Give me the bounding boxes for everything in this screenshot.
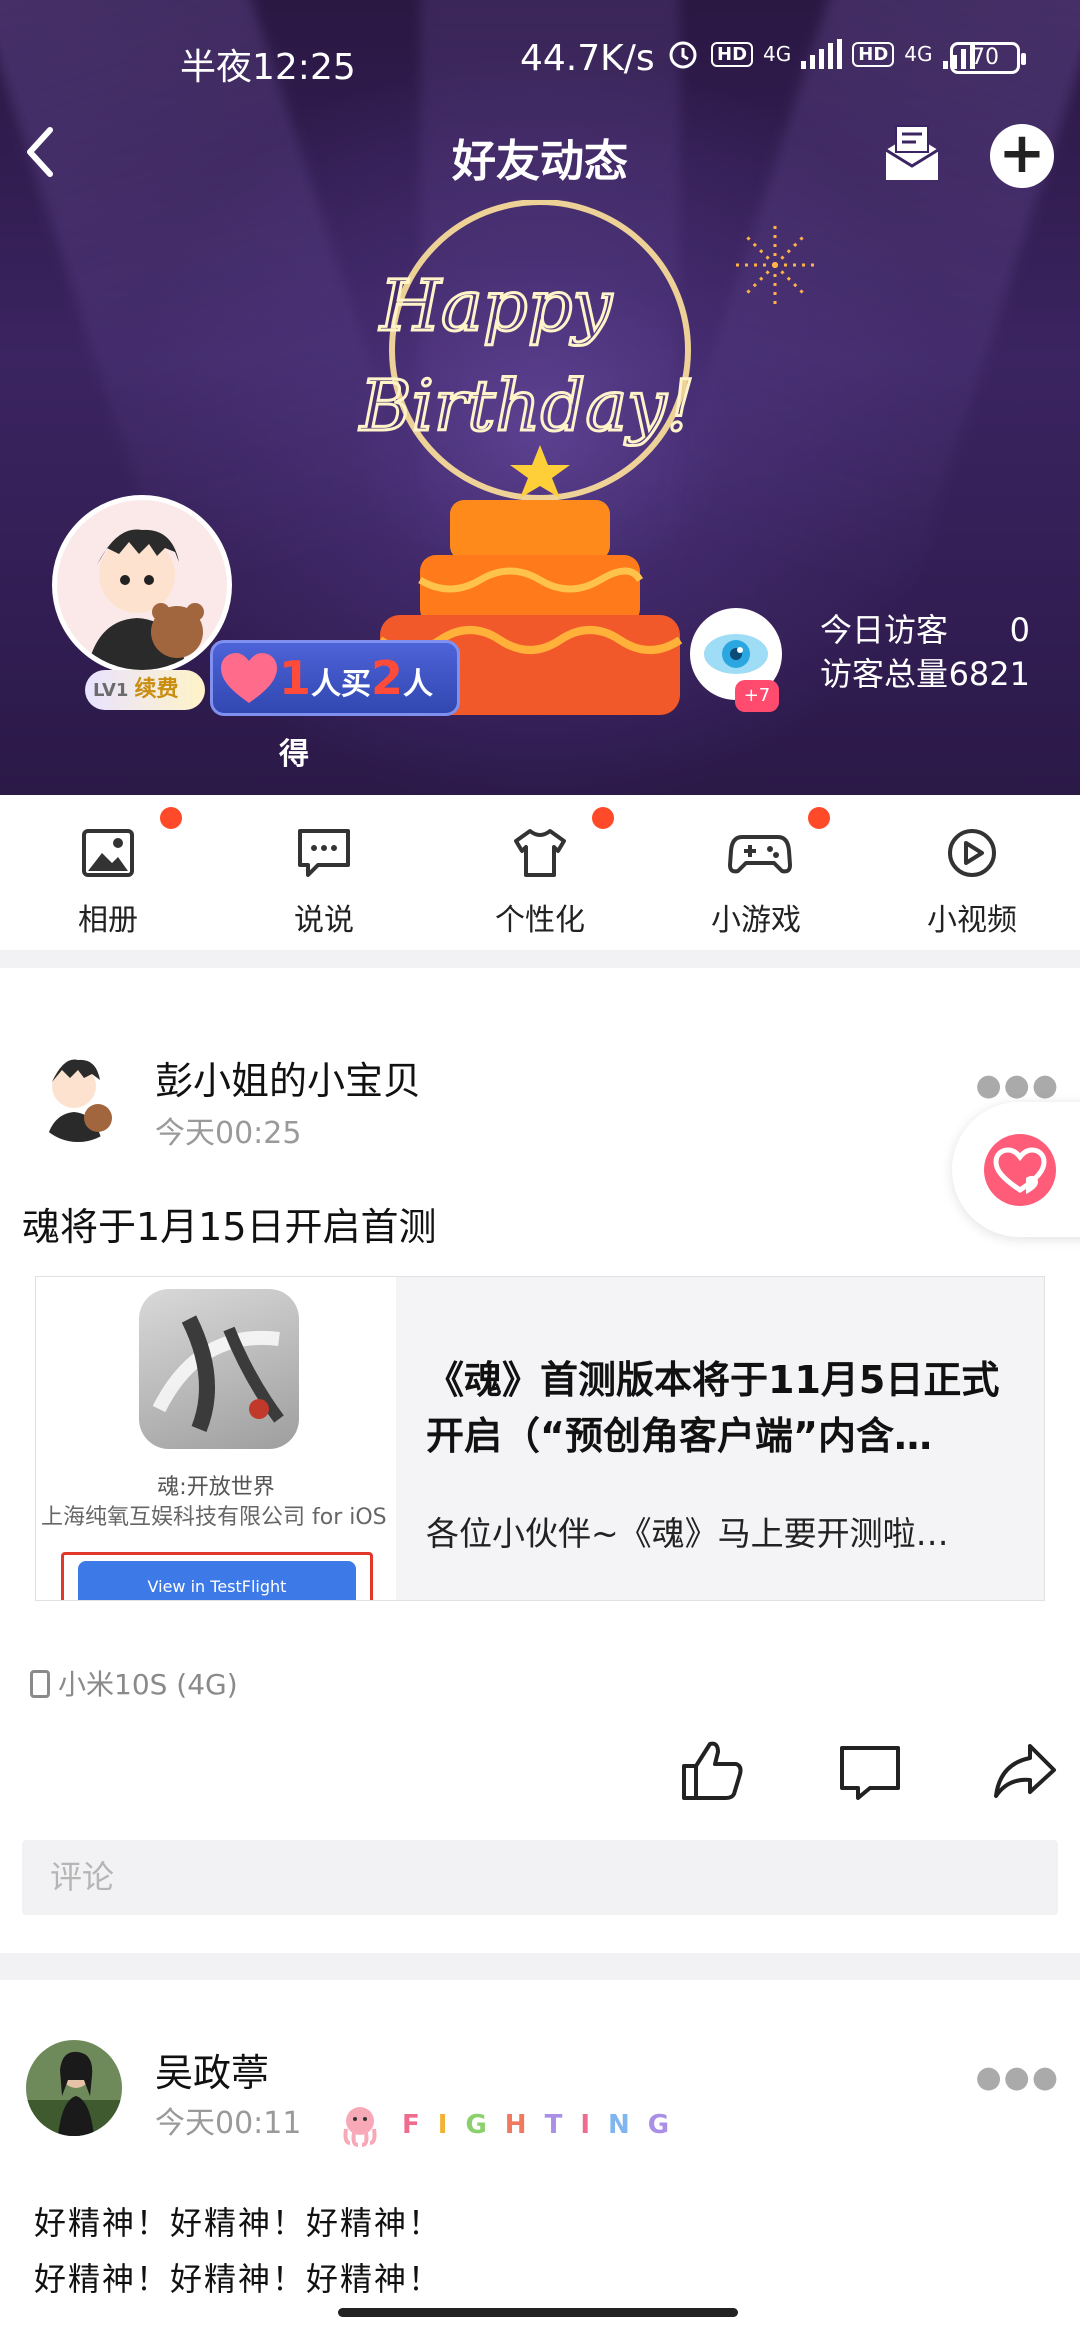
sticker-letter: H — [504, 2110, 527, 2140]
post-author-name[interactable]: 吴政葶 — [155, 2042, 269, 2097]
svg-text:Birthday!: Birthday! — [358, 365, 695, 447]
share-button[interactable] — [990, 1736, 1060, 1806]
testflight-button: View in TestFlight — [78, 1561, 356, 1600]
status-bar: 半夜12:25 44.7K/s HD 4G HD 4G 70 — [0, 30, 1080, 90]
inbox-icon[interactable] — [880, 122, 944, 186]
message-icon — [298, 829, 350, 877]
sticker-letter: F — [402, 2110, 420, 2140]
add-button[interactable]: + — [990, 124, 1054, 188]
shirt-icon — [514, 829, 566, 877]
post-author-name[interactable]: 彭小姐的小宝贝 — [155, 1050, 421, 1105]
tool-shuoshuo[interactable]: 说说 — [216, 795, 432, 950]
status-time: 半夜12:25 — [180, 47, 356, 88]
tool-label: 个性化 — [495, 903, 585, 938]
signal-icon — [801, 39, 843, 69]
sticker-letter: N — [608, 2110, 630, 2140]
tool-album[interactable]: 相册 — [0, 795, 216, 950]
alarm-icon — [669, 41, 697, 69]
svg-text:Happy: Happy — [378, 265, 613, 347]
fighting-sticker: F I G H T I N G — [336, 2100, 669, 2150]
post-text: 好精神！好精神！好精神！ 好精神！好精神！好精神！ — [34, 2195, 442, 2307]
device-label: 小米10S (4G) — [58, 1668, 238, 1701]
floating-like-button[interactable] — [952, 1102, 1080, 1237]
feature-toolbar: 相册 说说 个性化 小游戏 小视频 — [0, 795, 1080, 950]
link-description: 各位小伙伴~《魂》马上要开测啦… — [426, 1514, 949, 1553]
feed-post: 吴政葶 今天00:11 ●●● F I G H T I N G 好精神！好精神！… — [0, 1980, 1080, 2340]
post-author-avatar[interactable] — [30, 1046, 126, 1142]
play-icon — [948, 829, 996, 877]
status-net-speed: 44.7K/s — [520, 38, 655, 79]
app-company: 上海纯氧互娱科技有限公司 for iOS — [41, 1505, 387, 1530]
post-text-line: 好精神！好精神！好精神！ — [34, 2260, 443, 2298]
post-text-line: 好精神！好精神！好精神！ — [34, 2204, 443, 2242]
promo-text1: 人买 — [311, 667, 372, 702]
vip-promo-banner[interactable]: 1人买2人得 — [210, 640, 460, 772]
sticker-letter: I — [437, 2110, 448, 2140]
notification-dot — [160, 807, 182, 829]
tool-personalize[interactable]: 个性化 — [432, 795, 648, 950]
hd-icon: HD — [711, 41, 754, 67]
visitor-count-badge: +7 — [735, 680, 779, 712]
post-text: 魂将于1月15日开启首测 — [22, 1205, 437, 1249]
firework-icon — [735, 225, 815, 305]
tool-label: 相册 — [78, 903, 138, 938]
battery-icon: 70 — [950, 42, 1026, 74]
net-type-label: 4G — [904, 42, 933, 66]
post-device: 小米10S (4G) — [30, 1663, 238, 1703]
tool-shortvideo[interactable]: 小视频 — [864, 795, 1080, 950]
renew-label: 续费 — [134, 677, 179, 702]
more-options-icon[interactable]: ●●● — [975, 1068, 1060, 1103]
gamepad-icon — [728, 835, 792, 874]
total-visitors-label: 访客总量 — [820, 655, 949, 693]
link-title: 《魂》首测版本将于11月5日正式开启（“预创角客户端”内含… — [426, 1358, 1000, 1458]
thumbs-up-icon — [682, 1741, 743, 1800]
phone-icon — [30, 1670, 50, 1698]
post-actions — [0, 1736, 1080, 1816]
comment-icon — [840, 1746, 900, 1800]
today-visitors-label: 今日访客 — [820, 611, 949, 649]
level-badge[interactable]: LV1 续费 — [85, 670, 205, 710]
heart-icon — [221, 653, 277, 703]
home-indicator[interactable] — [338, 2308, 738, 2317]
shared-link-card[interactable]: 魂:开放世界 上海纯氧互娱科技有限公司 for iOS View in Test… — [35, 1276, 1045, 1601]
more-options-icon[interactable]: ●●● — [975, 2060, 1060, 2095]
tool-minigame[interactable]: 小游戏 — [648, 795, 864, 950]
hd-icon: HD — [852, 41, 895, 67]
share-icon — [994, 1744, 1056, 1798]
notification-dot — [592, 807, 614, 829]
user-avatar[interactable] — [52, 495, 232, 675]
total-visitors-value: 6821 — [948, 655, 1030, 693]
promo-num2: 2 — [371, 651, 404, 705]
feed-post: 彭小姐的小宝贝 今天00:25 ●●● 魂将于1月15日开启首测 魂:开放世界 … — [0, 968, 1080, 1953]
tool-label: 说说 — [294, 903, 354, 938]
promo-num1: 1 — [279, 651, 312, 705]
post-time: 今天00:25 — [155, 1116, 302, 1151]
sticker-letter: G — [647, 2110, 670, 2140]
comment-input[interactable]: 评论 — [22, 1840, 1058, 1915]
comment-button[interactable] — [836, 1736, 906, 1806]
post-time: 今天00:11 — [155, 2106, 302, 2141]
today-visitors-value: 0 — [1009, 611, 1030, 649]
link-thumbnail: 魂:开放世界 上海纯氧互娱科技有限公司 for iOS View in Test… — [36, 1277, 396, 1600]
level-label: LV1 — [93, 680, 129, 701]
visitor-stats[interactable]: 今日访客 0 访客总量 6821 — [820, 608, 1030, 696]
sticker-letter: G — [465, 2110, 487, 2140]
app-icon — [139, 1289, 299, 1449]
album-icon — [82, 829, 134, 877]
heart-icon — [984, 1134, 1056, 1206]
notification-dot — [808, 807, 830, 829]
tool-label: 小视频 — [927, 903, 1017, 938]
status-icons: HD 4G HD 4G — [665, 36, 975, 72]
like-button[interactable] — [678, 1736, 748, 1806]
post-author-avatar[interactable] — [26, 2040, 122, 2136]
profile-header: 半夜12:25 44.7K/s HD 4G HD 4G 70 好友动态 + Ha… — [0, 0, 1080, 795]
octopus-icon — [343, 2107, 377, 2147]
tool-label: 小游戏 — [711, 903, 801, 938]
net-type-label: 4G — [763, 42, 792, 66]
sticker-letter: I — [580, 2110, 590, 2140]
app-name: 魂:开放世界 — [157, 1475, 275, 1500]
sticker-letter: T — [544, 2110, 563, 2140]
